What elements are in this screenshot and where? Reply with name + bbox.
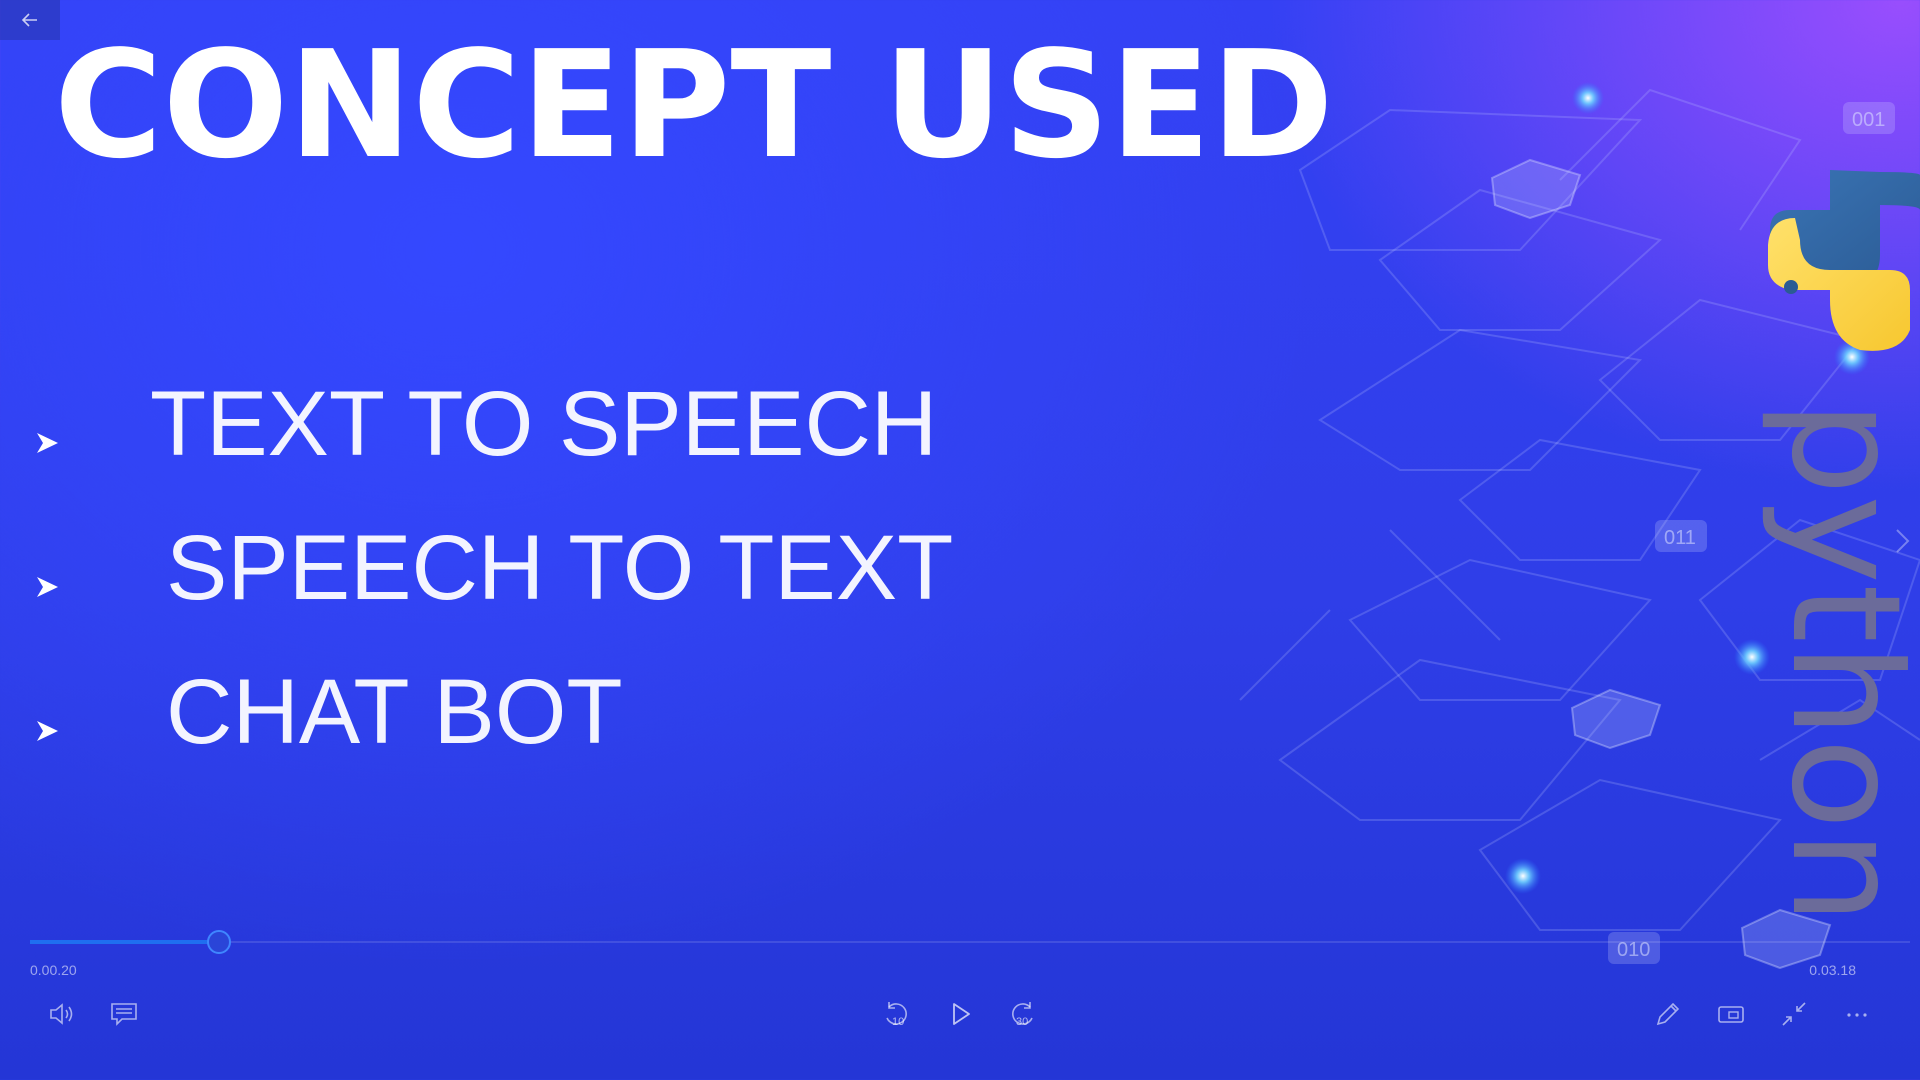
pen-button[interactable] — [1648, 994, 1688, 1034]
current-time: 0.00.20 — [30, 962, 77, 978]
bullet-arrow-icon — [37, 433, 58, 453]
bullet-arrow-icon — [37, 577, 58, 597]
concept-item-speech-to-text: SPEECH TO TEXT — [166, 517, 954, 619]
slide-title: CONCEPT USED — [54, 19, 1334, 191]
volume-button[interactable] — [42, 994, 82, 1034]
seek-progress — [30, 940, 218, 944]
rewind-10-button[interactable]: 10 — [876, 994, 916, 1034]
cast-button[interactable] — [1711, 994, 1751, 1034]
concept-item-text-to-speech: TEXT TO SPEECH — [150, 373, 938, 475]
exit-fullscreen-button[interactable] — [1774, 994, 1814, 1034]
forward-30-icon: 30 — [1012, 1002, 1033, 1028]
concept-item-chat-bot: CHAT BOT — [166, 661, 623, 763]
binary-tag-011: 011 — [1664, 527, 1696, 549]
next-slide-chevron-icon[interactable] — [1892, 526, 1914, 556]
forward-30-button[interactable]: 30 — [1003, 994, 1043, 1034]
bullet-arrow-icon — [37, 721, 58, 741]
seek-thumb[interactable] — [207, 930, 231, 954]
total-time: 0.03.18 — [1809, 962, 1856, 978]
captions-button[interactable] — [104, 994, 144, 1034]
back-button[interactable] — [0, 0, 60, 40]
cast-icon — [1718, 1006, 1744, 1023]
more-icon — [1847, 1013, 1867, 1017]
rewind-10-icon: 10 — [886, 1002, 907, 1028]
pen-icon — [1656, 1002, 1680, 1026]
volume-icon — [50, 1003, 73, 1025]
media-player-controls: 0.00.20 0.03.18 10 30 — [0, 920, 1920, 1080]
captions-icon — [111, 1003, 137, 1026]
back-arrow-icon — [21, 13, 37, 27]
svg-text:30: 30 — [1016, 1016, 1028, 1028]
exit-fullscreen-icon — [1782, 1002, 1806, 1026]
play-icon — [953, 1003, 970, 1025]
binary-tag-001: 001 — [1852, 109, 1885, 131]
play-button[interactable] — [940, 994, 980, 1034]
svg-text:10: 10 — [892, 1016, 904, 1028]
python-wordmark: python — [1758, 400, 1920, 925]
seek-track[interactable] — [30, 941, 1910, 943]
more-options-button[interactable] — [1837, 994, 1877, 1034]
